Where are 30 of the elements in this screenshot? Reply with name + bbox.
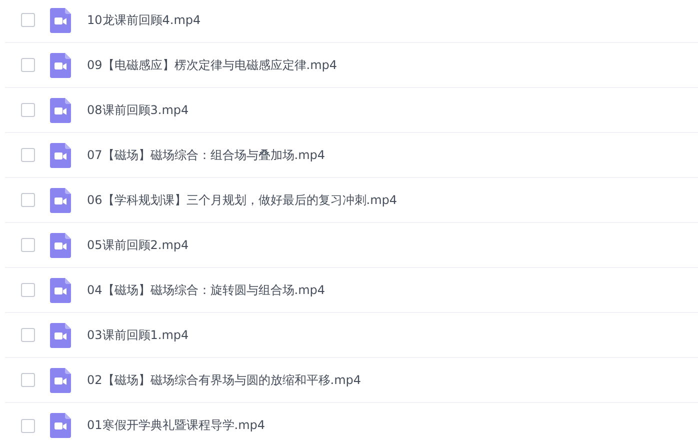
checkbox[interactable]: [21, 58, 35, 72]
file-name[interactable]: 01寒假开学典礼暨课程导学.mp4: [87, 417, 266, 434]
checkbox[interactable]: [21, 148, 35, 162]
checkbox[interactable]: [21, 328, 35, 342]
video-file-icon: [50, 142, 71, 168]
file-name[interactable]: 07【磁场】磁场综合：组合场与叠加场.mp4: [87, 146, 326, 164]
checkbox[interactable]: [21, 283, 35, 297]
video-file-icon: [50, 413, 71, 438]
checkbox[interactable]: [21, 418, 35, 432]
video-file-icon: [50, 368, 71, 392]
file-name[interactable]: 05课前回顾2.mp4: [87, 236, 189, 254]
video-file-icon: [50, 8, 71, 32]
video-file-icon: [50, 278, 71, 302]
video-file-icon: [50, 232, 71, 258]
file-name[interactable]: 03课前回顾1.mp4: [87, 326, 189, 344]
file-name[interactable]: 02【磁场】磁场综合有界场与圆的放缩和平移.mp4: [87, 372, 362, 388]
file-name[interactable]: 09【电磁感应】楞次定律与电磁感应定律.mp4: [87, 56, 338, 74]
video-file-icon: [50, 322, 71, 348]
video-file-icon: [50, 98, 71, 122]
checkbox[interactable]: [21, 13, 35, 27]
video-file-icon: [50, 188, 71, 212]
file-name[interactable]: 06【学科规划课】三个月规划，做好最后的复习冲刺.mp4: [87, 192, 398, 208]
video-file-icon: [50, 52, 71, 78]
checkbox[interactable]: [21, 193, 35, 207]
file-name[interactable]: 08课前回顾3.mp4: [87, 102, 189, 118]
file-name[interactable]: 10龙课前回顾4.mp4: [87, 12, 201, 28]
checkbox[interactable]: [21, 103, 35, 117]
file-name[interactable]: 04【磁场】磁场综合：旋转圆与组合场.mp4: [87, 282, 326, 298]
checkbox[interactable]: [21, 238, 35, 252]
checkbox[interactable]: [21, 373, 35, 387]
